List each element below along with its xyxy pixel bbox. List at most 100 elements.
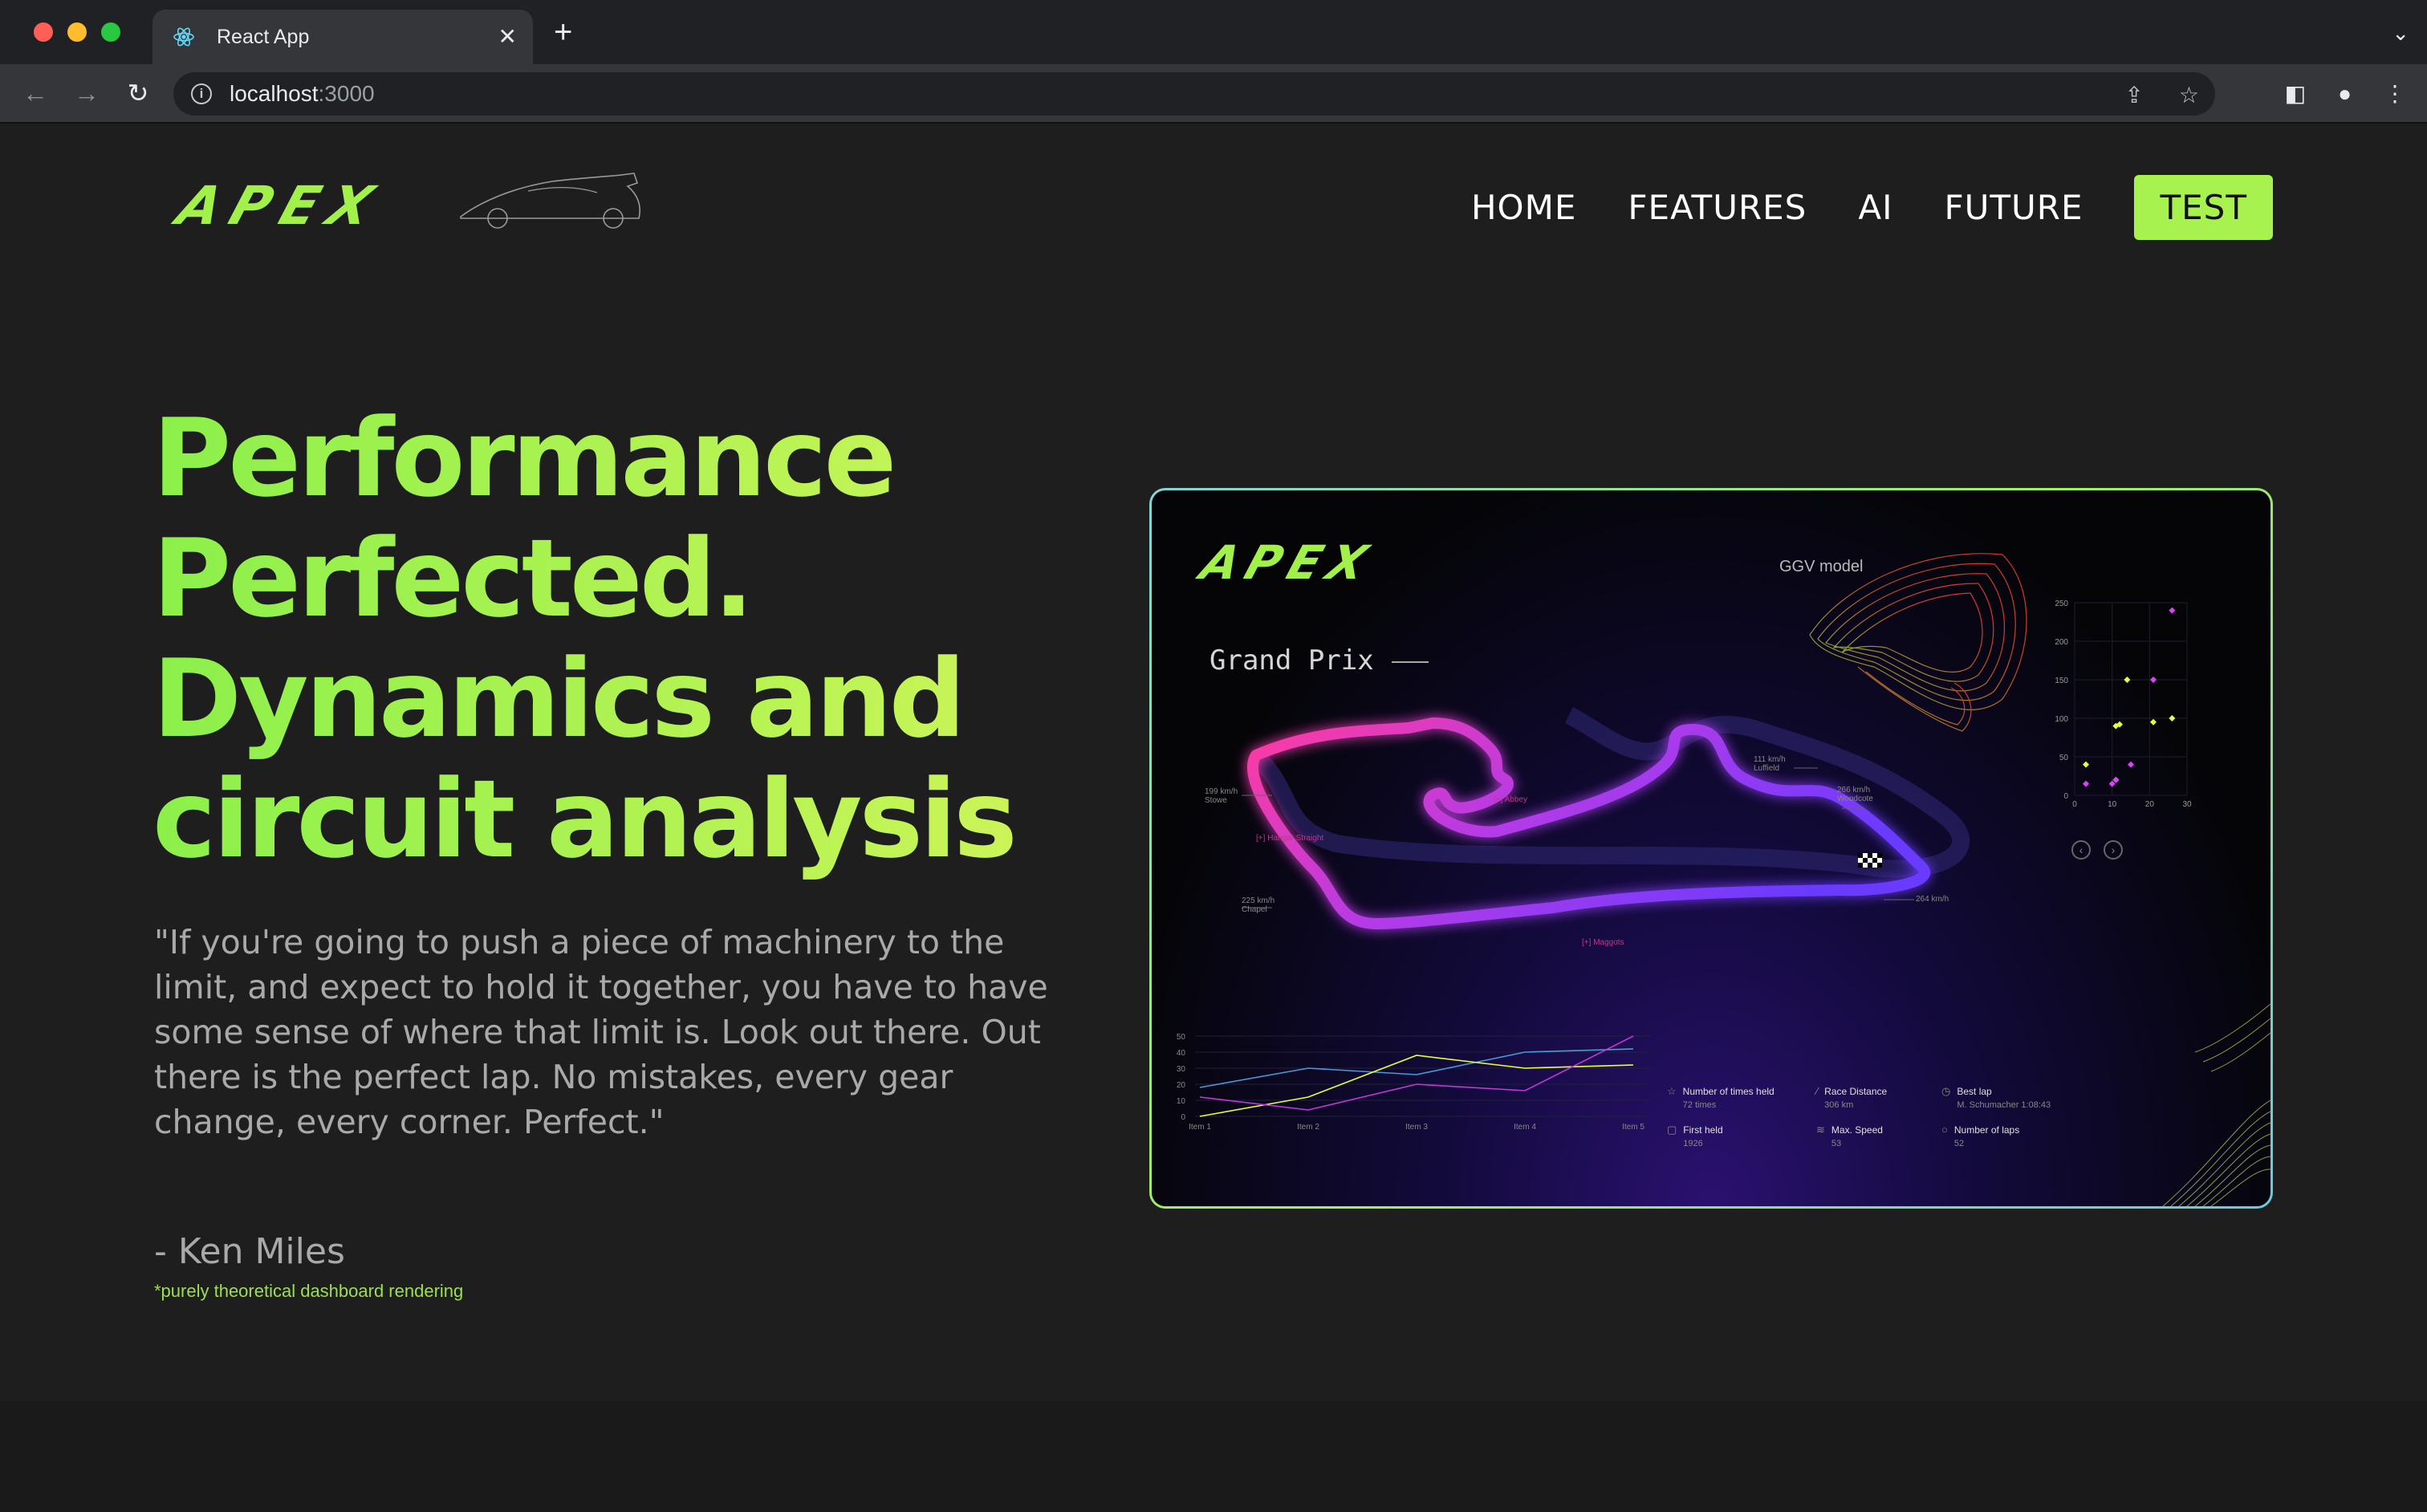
stat-item: ▢ First held 1926 bbox=[1667, 1124, 1723, 1149]
hero-title-line: Perfected. bbox=[152, 516, 751, 641]
nav-future[interactable]: FUTURE bbox=[1944, 188, 2083, 227]
stat-item: ≋ Max. Speed 53 bbox=[1816, 1124, 1883, 1149]
y-tick-label: 50 bbox=[1177, 1033, 1186, 1042]
y-tick-label: 200 bbox=[2055, 638, 2068, 647]
scatter-chart: 0 50 100 150 200 250 0 10 20 30 bbox=[2055, 600, 2192, 809]
y-tick-label: 250 bbox=[2055, 600, 2068, 608]
track-label-luffield: 111 km/h Luffield bbox=[1754, 755, 1786, 773]
dashboard-preview-card: APEX Grand Prix GGV model 0 10 20 30 40 … bbox=[1149, 488, 2273, 1209]
share-icon[interactable]: ⇪ bbox=[2124, 82, 2143, 108]
nav-ai[interactable]: AI bbox=[1858, 188, 1892, 227]
y-tick-label: 100 bbox=[2055, 715, 2068, 724]
scatter-point bbox=[2124, 677, 2131, 683]
back-icon[interactable]: ← bbox=[19, 77, 51, 109]
calendar-icon: ▢ bbox=[1667, 1124, 1677, 1136]
track-label-hangar-straight: [+] Hangar Straight bbox=[1256, 834, 1324, 843]
car-outline-icon bbox=[460, 173, 640, 229]
track-label-chapel: 225 km/h Chapel bbox=[1242, 896, 1275, 914]
scatter-point bbox=[2169, 715, 2176, 721]
y-tick-label: 10 bbox=[1177, 1097, 1186, 1106]
x-tick-label: 0 bbox=[2072, 800, 2077, 809]
series-line bbox=[1199, 1055, 1634, 1117]
stat-item: ○ Number of laps 52 bbox=[1941, 1124, 2020, 1149]
browser-menu-icon[interactable]: ⋮ bbox=[2384, 80, 2406, 107]
new-tab-icon[interactable]: + bbox=[554, 16, 572, 48]
url-host: localhost bbox=[230, 81, 319, 106]
carousel-prev-icon[interactable]: ‹ bbox=[2071, 840, 2091, 860]
circuit-stats: ☆ Number of times held 72 times ⁄ Race Di… bbox=[1667, 1085, 2102, 1149]
checkered-flag-icon bbox=[1858, 853, 1882, 868]
y-tick-label: 50 bbox=[2059, 754, 2069, 762]
address-bar[interactable]: i localhost:3000 ⇪ ☆ bbox=[173, 72, 2215, 116]
stat-item: ☆ Number of times held 72 times bbox=[1667, 1085, 1775, 1111]
x-tick-label: 10 bbox=[2108, 800, 2117, 809]
hero-title-line: Performance bbox=[152, 396, 894, 521]
speed-icon: ≋ bbox=[1816, 1124, 1825, 1136]
maximize-window-button[interactable] bbox=[101, 22, 120, 42]
page-footer-strip bbox=[0, 1401, 2427, 1512]
logo-text: APEX bbox=[169, 175, 392, 237]
y-tick-label: 20 bbox=[1177, 1081, 1186, 1090]
forward-icon[interactable]: → bbox=[71, 77, 103, 109]
tab-title: React App bbox=[217, 25, 310, 48]
y-tick-label: 150 bbox=[2055, 677, 2068, 685]
series-line bbox=[1199, 1035, 1634, 1111]
track-label-maggots: [+] Maggots bbox=[1582, 938, 1624, 947]
reload-icon[interactable]: ↻ bbox=[122, 77, 154, 109]
wave-mesh bbox=[2162, 1003, 2270, 1206]
minimize-window-button[interactable] bbox=[67, 22, 87, 42]
x-tick-label: Item 2 bbox=[1297, 1123, 1319, 1132]
ggv-mesh bbox=[1809, 553, 2027, 732]
x-tick-label: 20 bbox=[2145, 800, 2155, 809]
profile-icon[interactable]: ● bbox=[2338, 81, 2352, 107]
x-tick-label: Item 3 bbox=[1405, 1123, 1428, 1132]
test-button[interactable]: TEST bbox=[2134, 175, 2273, 240]
y-tick-label: 40 bbox=[1177, 1049, 1186, 1058]
browser-tab[interactable]: React App ✕ bbox=[152, 10, 533, 64]
star-icon: ☆ bbox=[1667, 1085, 1677, 1097]
nav-home[interactable]: HOME bbox=[1471, 188, 1576, 227]
browser-tab-bar: React App ✕ + ⌄ bbox=[0, 0, 2427, 64]
scatter-point bbox=[2128, 761, 2134, 768]
track-label-woodcote: 266 km/h Woodcote bbox=[1837, 786, 1873, 803]
browser-toolbar: ← → ↻ i localhost:3000 ⇪ ☆ ◧ ● ⋮ bbox=[0, 64, 2427, 124]
hero-title-line: Dynamics and bbox=[152, 636, 963, 762]
disclaimer-note: *purely theoretical dashboard rendering bbox=[154, 1281, 464, 1301]
track-label-stowe: 199 km/h Stowe bbox=[1205, 787, 1238, 805]
scatter-point bbox=[2150, 718, 2157, 726]
nav-features[interactable]: FEATURES bbox=[1628, 188, 1807, 227]
clock-icon: ◷ bbox=[1941, 1085, 1951, 1097]
close-window-button[interactable] bbox=[34, 22, 53, 42]
scatter-point bbox=[2083, 780, 2089, 787]
apex-logo[interactable]: APEX bbox=[169, 173, 640, 237]
distance-icon: ⁄ bbox=[1816, 1085, 1819, 1097]
hero-title-line: circuit analysis bbox=[152, 757, 1014, 882]
quote-author: - Ken Miles bbox=[154, 1231, 345, 1272]
stat-item: ◷ Best lap M. Schumacher 1:08:43 bbox=[1941, 1085, 2051, 1111]
page: APEX HOME FEATURES AI FUTURE TEST Perfor… bbox=[0, 125, 2427, 1401]
x-tick-label: Item 5 bbox=[1622, 1123, 1644, 1132]
track-label-abbey: [+] Abbey bbox=[1494, 795, 1527, 804]
bookmark-star-icon[interactable]: ☆ bbox=[2179, 82, 2199, 108]
y-tick-label: 30 bbox=[1177, 1065, 1186, 1074]
hero-title: Performance Perfected. Dynamics and circ… bbox=[152, 398, 1116, 880]
laps-icon: ○ bbox=[1941, 1124, 1948, 1136]
tab-search-chevron-icon[interactable]: ⌄ bbox=[2392, 21, 2409, 46]
line-chart: 0 10 20 30 40 50 Item 1 Item 2 Item 3 Item 4 Item … bbox=[1177, 1033, 1649, 1132]
side-panel-icon[interactable]: ◧ bbox=[2285, 80, 2306, 107]
y-tick-label: 0 bbox=[2063, 792, 2068, 801]
scatter-point bbox=[2169, 607, 2176, 614]
x-tick-label: Item 4 bbox=[1514, 1123, 1536, 1132]
carousel-next-icon[interactable]: › bbox=[2104, 840, 2123, 860]
close-tab-icon[interactable]: ✕ bbox=[498, 26, 517, 48]
x-tick-label: 30 bbox=[2182, 800, 2192, 809]
scatter-point bbox=[2083, 761, 2089, 768]
x-tick-label: Item 1 bbox=[1189, 1123, 1211, 1132]
hero-quote: "If you're going to push a piece of mach… bbox=[154, 923, 1048, 1141]
window-controls bbox=[34, 22, 120, 42]
scatter-point bbox=[2150, 677, 2157, 683]
react-icon bbox=[173, 27, 194, 47]
url-port: :3000 bbox=[318, 81, 375, 106]
site-info-icon[interactable]: i bbox=[191, 83, 212, 104]
main-nav: HOME FEATURES AI FUTURE TEST bbox=[1471, 175, 2273, 240]
